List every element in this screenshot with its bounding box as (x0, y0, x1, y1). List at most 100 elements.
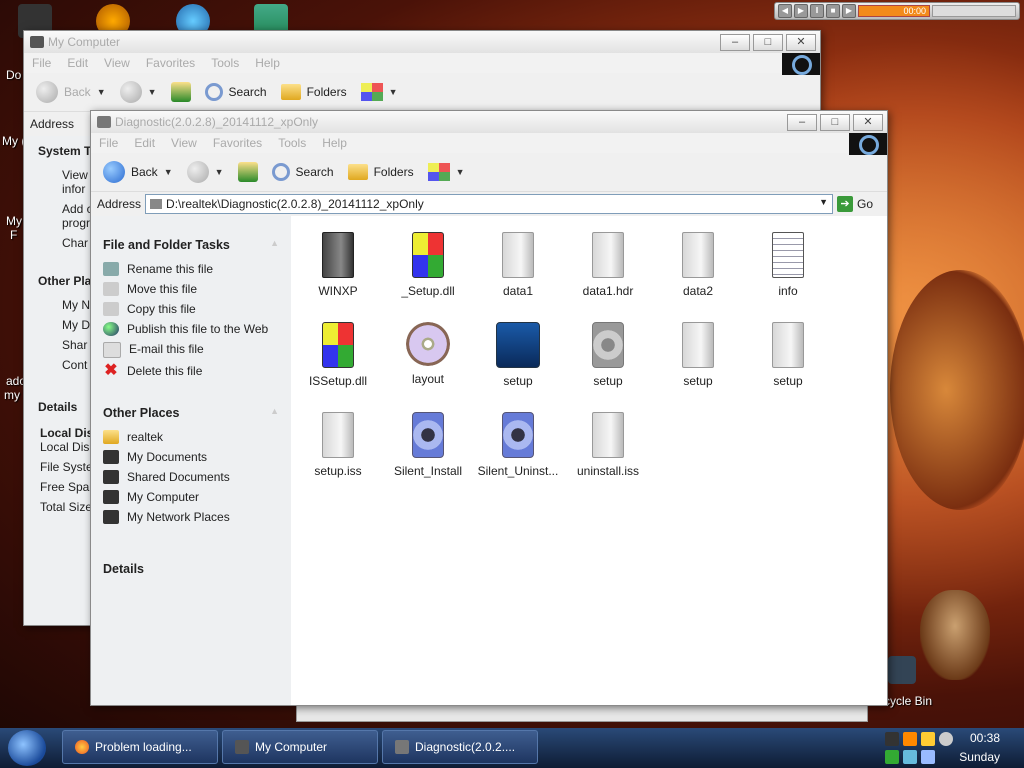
pause-icon[interactable]: ‖ (810, 4, 824, 18)
taskbar-button-firefox[interactable]: Problem loading... (62, 730, 218, 764)
address-input[interactable]: D:\realtek\Diagnostic(2.0.2.8)_20141112_… (145, 194, 833, 214)
place-my-computer[interactable]: My Computer (103, 490, 279, 504)
details-title[interactable]: Details (103, 562, 279, 576)
views-button[interactable]: ▼ (424, 161, 469, 183)
volume-slider[interactable] (932, 5, 1016, 17)
shield-icon[interactable] (885, 750, 899, 764)
play-icon[interactable]: ▶ (794, 4, 808, 18)
place-my-documents[interactable]: My Documents (103, 450, 279, 464)
maximize-button[interactable]: □ (753, 34, 783, 51)
menu-favorites[interactable]: Favorites (146, 56, 195, 70)
titlebar[interactable]: Diagnostic(2.0.2.8)_20141112_xpOnly – □ … (91, 111, 887, 133)
clock-time[interactable]: 00:38 (970, 731, 1000, 745)
desktop-label[interactable]: My ( (2, 134, 25, 148)
taskbar-button-diagnostic[interactable]: Diagnostic(2.0.2.... (382, 730, 538, 764)
window-title: My Computer (48, 35, 121, 49)
file-item[interactable]: WINXP (293, 232, 383, 298)
forward-button[interactable]: ▼ (116, 79, 161, 105)
display-icon[interactable] (921, 750, 935, 764)
clock-day[interactable]: Sunday (959, 750, 1000, 764)
menu-help[interactable]: Help (255, 56, 280, 70)
file-item[interactable]: Silent_Install (383, 412, 473, 478)
desktop-label[interactable]: My (6, 214, 22, 228)
tray-icon-3[interactable] (921, 732, 935, 746)
taskbar-button-my-computer[interactable]: My Computer (222, 730, 378, 764)
tray-icon-1[interactable] (885, 732, 899, 746)
file-item[interactable]: Silent_Uninst... (473, 412, 563, 478)
file-item[interactable]: _Setup.dll (383, 232, 473, 298)
up-button[interactable] (167, 80, 195, 104)
copy-file-link[interactable]: Copy this file (103, 302, 279, 316)
stop-icon[interactable]: ■ (826, 4, 840, 18)
file-item[interactable]: setup (653, 322, 743, 388)
go-button[interactable]: ➔ Go (836, 196, 887, 212)
folder-icon (103, 430, 119, 444)
menu-edit[interactable]: Edit (67, 56, 88, 70)
file-icon (322, 412, 354, 458)
network-icon[interactable] (903, 750, 917, 764)
folders-button[interactable]: Folders (277, 82, 351, 102)
menu-favorites[interactable]: Favorites (213, 136, 262, 150)
menu-help[interactable]: Help (322, 136, 347, 150)
wallpaper-lion-cub (920, 590, 990, 680)
menu-view[interactable]: View (171, 136, 197, 150)
up-button[interactable] (234, 160, 262, 184)
menu-file[interactable]: File (99, 136, 118, 150)
search-button[interactable]: Search (268, 161, 338, 183)
folders-button[interactable]: Folders (344, 162, 418, 182)
titlebar[interactable]: My Computer – □ ✕ (24, 31, 820, 53)
address-label: Address (30, 117, 75, 131)
shared-folder-icon (103, 470, 119, 484)
file-item[interactable]: data1 (473, 232, 563, 298)
maximize-button[interactable]: □ (820, 114, 850, 131)
file-item[interactable]: data2 (653, 232, 743, 298)
close-button[interactable]: ✕ (853, 114, 883, 131)
tray-icon-2[interactable] (903, 732, 917, 746)
wallpaper-lion (890, 270, 1024, 510)
other-places-title[interactable]: Other Places ▲ (103, 406, 279, 420)
menu-tools[interactable]: Tools (211, 56, 239, 70)
recycle-bin-icon[interactable] (888, 656, 916, 684)
back-button[interactable]: Back ▼ (32, 79, 110, 105)
place-realtek[interactable]: realtek (103, 430, 279, 444)
tray-icon-4[interactable] (939, 732, 953, 746)
file-item[interactable]: uninstall.iss (563, 412, 653, 478)
file-item[interactable]: setup (563, 322, 653, 388)
search-icon (204, 83, 223, 101)
close-button[interactable]: ✕ (786, 34, 816, 51)
publish-file-link[interactable]: Publish this file to the Web (103, 322, 279, 336)
desktop-label[interactable]: Do (6, 68, 21, 82)
file-item[interactable]: setup.iss (293, 412, 383, 478)
menu-edit[interactable]: Edit (134, 136, 155, 150)
back-button[interactable]: Back ▼ (99, 159, 177, 185)
menu-tools[interactable]: Tools (278, 136, 306, 150)
place-shared-documents[interactable]: Shared Documents (103, 470, 279, 484)
menu-view[interactable]: View (104, 56, 130, 70)
minimize-button[interactable]: – (720, 34, 750, 51)
email-file-link[interactable]: E-mail this file (103, 342, 279, 358)
desktop-label[interactable]: F (10, 228, 17, 242)
forward-button[interactable]: ▼ (183, 159, 228, 185)
delete-file-link[interactable]: ✖ Delete this file (103, 363, 279, 379)
start-button[interactable] (8, 730, 46, 766)
place-network[interactable]: My Network Places (103, 510, 279, 524)
tasks-title[interactable]: File and Folder Tasks ▲ (103, 238, 279, 252)
menu-file[interactable]: File (32, 56, 51, 70)
prev-icon[interactable]: ◀ (778, 4, 792, 18)
file-item[interactable]: info (743, 232, 833, 298)
file-item[interactable]: setup (743, 322, 833, 388)
file-item[interactable]: ISSetup.dll (293, 322, 383, 388)
next-icon[interactable]: ▶ (842, 4, 856, 18)
rename-file-link[interactable]: Rename this file (103, 262, 279, 276)
file-item[interactable]: setup (473, 322, 563, 388)
file-item[interactable]: data1.hdr (563, 232, 653, 298)
menubar: File Edit View Favorites Tools Help (24, 53, 820, 75)
minimize-button[interactable]: – (787, 114, 817, 131)
dropdown-arrow-icon[interactable]: ▼ (819, 197, 828, 207)
desktop-label[interactable]: my (4, 388, 20, 402)
move-file-link[interactable]: Move this file (103, 282, 279, 296)
file-item[interactable]: layout (383, 322, 473, 386)
recycle-bin-label[interactable]: cycle Bin (884, 694, 932, 708)
search-button[interactable]: Search (201, 81, 271, 103)
views-button[interactable]: ▼ (357, 81, 402, 103)
